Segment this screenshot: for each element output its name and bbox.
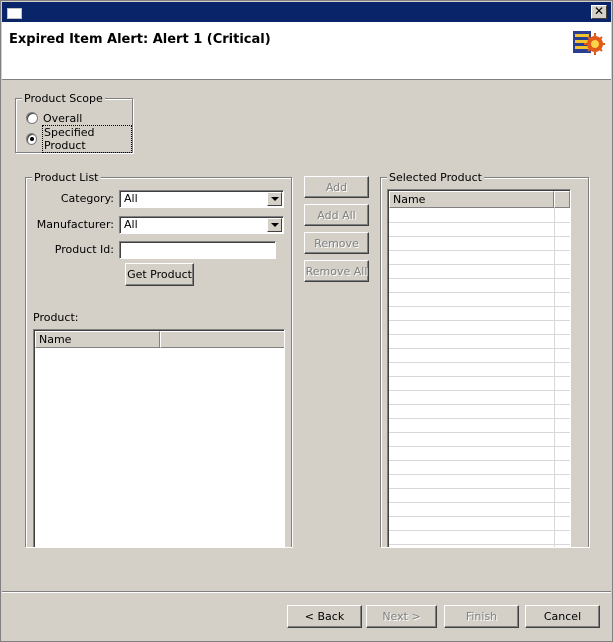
cancel-button[interactable]: Cancel <box>525 605 600 628</box>
grid-line <box>389 306 570 307</box>
grid-line <box>389 264 570 265</box>
page-title: Expired Item Alert: Alert 1 (Critical) <box>9 32 271 47</box>
overall-radio-row[interactable]: Overall <box>26 110 82 126</box>
grid-line <box>389 516 570 517</box>
manufacturer-label: Manufacturer: <box>36 218 114 231</box>
wizard-header: Expired Item Alert: Alert 1 (Critical) <box>2 22 611 80</box>
product-table[interactable]: Name <box>33 329 285 547</box>
specified-product-radio[interactable] <box>26 133 37 145</box>
next-button[interactable]: Next > <box>366 605 437 628</box>
grid-line <box>389 446 570 447</box>
manufacturer-select[interactable]: All <box>119 216 284 234</box>
product-name-column-header[interactable]: Name <box>35 331 160 348</box>
grid-line <box>389 404 570 405</box>
selected-product-table[interactable]: Name <box>387 189 571 547</box>
back-button[interactable]: < Back <box>287 605 362 628</box>
grid-line <box>389 474 570 475</box>
product-scope-legend: Product Scope <box>22 92 105 105</box>
footer-separator <box>2 591 611 593</box>
grid-line <box>389 362 570 363</box>
product-label: Product: <box>33 311 79 324</box>
product-scope-group: Product Scope Overall Specified Product <box>15 92 133 153</box>
alert-app-icon <box>573 31 605 55</box>
grid-line <box>389 390 570 391</box>
finish-button[interactable]: Finish <box>444 605 519 628</box>
get-product-button[interactable]: Get Product <box>125 263 194 286</box>
grid-line <box>389 320 570 321</box>
category-label: Category: <box>60 192 114 205</box>
specified-product-label: Specified Product <box>41 125 132 153</box>
product-extra-column-header[interactable] <box>160 331 284 348</box>
selected-extra-column-header[interactable] <box>554 191 570 208</box>
manufacturer-value: All <box>124 218 138 231</box>
title-bar[interactable]: ✕ <box>2 2 611 22</box>
selected-product-legend: Selected Product <box>387 171 484 184</box>
specified-product-radio-row[interactable]: Specified Product <box>26 125 132 153</box>
category-select[interactable]: All <box>119 190 284 208</box>
window-icon[interactable] <box>7 8 22 19</box>
remove-all-button[interactable]: Remove All <box>304 260 369 282</box>
wizard-window: ✕ Expired Item Alert: Alert 1 (Critical)… <box>0 0 613 642</box>
grid-line <box>389 250 570 251</box>
close-button[interactable]: ✕ <box>591 5 607 19</box>
add-button[interactable]: Add <box>304 176 369 198</box>
overall-radio[interactable] <box>26 112 38 124</box>
selected-name-column-header[interactable]: Name <box>389 191 554 208</box>
product-id-input[interactable] <box>119 241 276 259</box>
grid-line <box>389 278 570 279</box>
grid-line <box>389 432 570 433</box>
grid-line <box>389 488 570 489</box>
product-list-legend: Product List <box>32 171 101 184</box>
add-all-button[interactable]: Add All <box>304 204 369 226</box>
grid-line <box>389 376 570 377</box>
grid-line <box>389 530 570 531</box>
chevron-down-icon[interactable] <box>267 218 282 232</box>
grid-line <box>389 544 570 545</box>
chevron-down-icon[interactable] <box>267 192 282 206</box>
product-id-label: Product Id: <box>54 243 114 256</box>
grid-line <box>389 460 570 461</box>
column-divider <box>554 208 555 547</box>
grid-line <box>389 418 570 419</box>
grid-line <box>389 334 570 335</box>
overall-label: Overall <box>43 111 83 125</box>
category-value: All <box>124 192 138 205</box>
grid-line <box>389 502 570 503</box>
grid-line <box>389 222 570 223</box>
grid-line <box>389 292 570 293</box>
grid-line <box>389 348 570 349</box>
grid-line <box>389 236 570 237</box>
remove-button[interactable]: Remove <box>304 232 369 254</box>
